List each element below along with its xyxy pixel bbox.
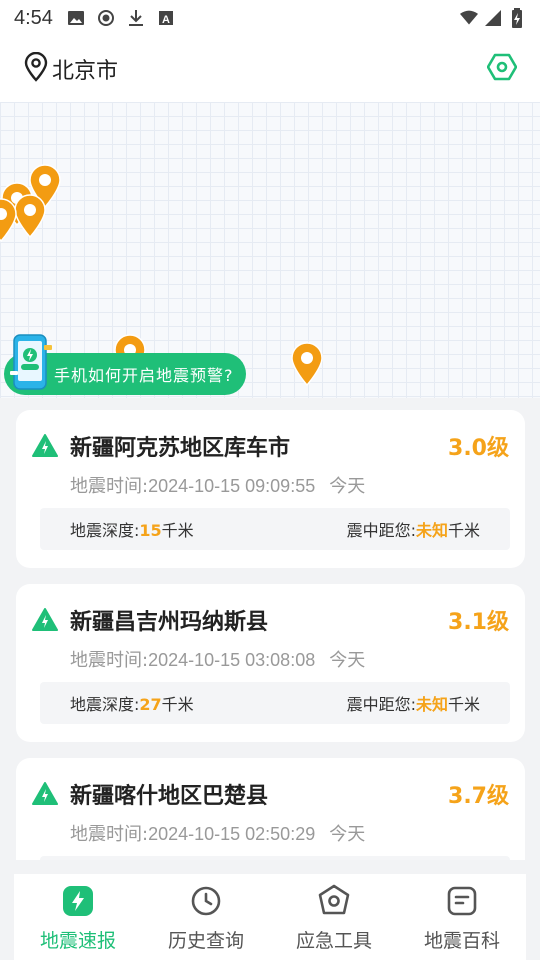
location-selector[interactable]: 北京市 xyxy=(22,51,119,86)
book-icon xyxy=(445,884,479,918)
quake-warning-icon xyxy=(32,781,58,807)
header: 北京市 xyxy=(0,36,540,102)
quake-list[interactable]: 新疆阿克苏地区库车市 3.0级 地震时间:2024-10-15 09:09:55… xyxy=(0,398,540,860)
city-name: 北京市 xyxy=(52,59,119,84)
quake-time: 2024-10-15 02:50:29 xyxy=(148,824,316,844)
nav-label: 历史查询 xyxy=(167,930,244,952)
quake-time: 2024-10-15 03:08:08 xyxy=(148,650,316,670)
quake-card[interactable]: 新疆昌吉州玛纳斯县 3.1级 地震时间:2024-10-15 03:08:08 … xyxy=(16,584,525,742)
font-icon: A xyxy=(157,9,175,27)
map-pin-icon[interactable] xyxy=(290,342,324,386)
nav-label: 地震速报 xyxy=(39,930,116,952)
depth-label: 地震深度: xyxy=(70,695,140,714)
location-pin-icon xyxy=(22,51,50,86)
settings-button[interactable] xyxy=(486,53,518,85)
depth-unit: 千米 xyxy=(161,521,194,540)
quake-magnitude: 3.7级 xyxy=(448,784,509,809)
quake-card[interactable]: 新疆喀什地区巴楚县 3.7级 地震时间:2024-10-15 02:50:29 … xyxy=(16,758,525,860)
tab-emergency-tools[interactable]: 应急工具 xyxy=(270,874,398,960)
quake-day: 今天 xyxy=(329,476,366,497)
quake-time-label: 地震时间: xyxy=(70,476,149,497)
map-pin-icon[interactable] xyxy=(0,198,18,242)
depth-value: 15 xyxy=(139,521,162,540)
lightning-icon xyxy=(61,884,95,918)
distance-unit: 千米 xyxy=(447,695,480,714)
quake-place: 新疆昌吉州玛纳斯县 xyxy=(70,610,269,635)
status-bar: 4:54 A xyxy=(0,0,540,36)
quake-info-bar: 地震深度:15千米 震中距您:未知千米 xyxy=(40,508,510,550)
distance-value: 未知 xyxy=(415,521,448,540)
phone-illustration-icon xyxy=(10,333,52,391)
quake-place: 新疆喀什地区巴楚县 xyxy=(70,784,269,809)
signal-icon xyxy=(484,9,502,27)
quake-day: 今天 xyxy=(329,650,366,671)
distance-value: 未知 xyxy=(415,695,448,714)
battery-icon xyxy=(508,8,526,28)
tab-quake-report[interactable]: 地震速报 xyxy=(14,874,142,960)
warning-banner-text: 手机如何开启地震预警? xyxy=(54,366,234,385)
quake-time-label: 地震时间: xyxy=(70,650,149,671)
bottom-nav: 地震速报 历史查询 应急工具 地震百科 xyxy=(14,874,526,960)
download-icon xyxy=(127,9,145,27)
map-pin-icon[interactable] xyxy=(13,194,47,238)
svg-text:A: A xyxy=(162,14,170,26)
quake-info-bar xyxy=(40,856,510,860)
quake-time: 2024-10-15 09:09:55 xyxy=(148,476,316,496)
quake-time-label: 地震时间: xyxy=(70,824,149,845)
depth-label: 地震深度: xyxy=(70,521,140,540)
record-icon xyxy=(97,9,115,27)
quake-magnitude: 3.0级 xyxy=(448,436,509,461)
status-time: 4:54 xyxy=(14,6,53,29)
hexagon-settings-icon xyxy=(486,53,518,85)
hexagon-tool-icon xyxy=(317,884,351,918)
quake-magnitude: 3.1级 xyxy=(448,610,509,635)
clock-icon xyxy=(189,884,223,918)
wifi-icon xyxy=(460,9,478,27)
quake-warning-icon xyxy=(32,433,58,459)
tab-history[interactable]: 历史查询 xyxy=(142,874,270,960)
nav-label: 地震百科 xyxy=(423,930,500,952)
quake-place: 新疆阿克苏地区库车市 xyxy=(70,436,291,461)
quake-warning-icon xyxy=(32,607,58,633)
depth-value: 27 xyxy=(139,695,162,714)
distance-unit: 千米 xyxy=(447,521,480,540)
quake-info-bar: 地震深度:27千米 震中距您:未知千米 xyxy=(40,682,510,724)
distance-label: 震中距您: xyxy=(346,521,416,540)
tab-encyclopedia[interactable]: 地震百科 xyxy=(398,874,526,960)
image-icon xyxy=(67,9,85,27)
depth-unit: 千米 xyxy=(161,695,194,714)
quake-card[interactable]: 新疆阿克苏地区库车市 3.0级 地震时间:2024-10-15 09:09:55… xyxy=(16,410,525,568)
quake-day: 今天 xyxy=(329,824,366,845)
distance-label: 震中距您: xyxy=(346,695,416,714)
nav-label: 应急工具 xyxy=(295,930,372,952)
